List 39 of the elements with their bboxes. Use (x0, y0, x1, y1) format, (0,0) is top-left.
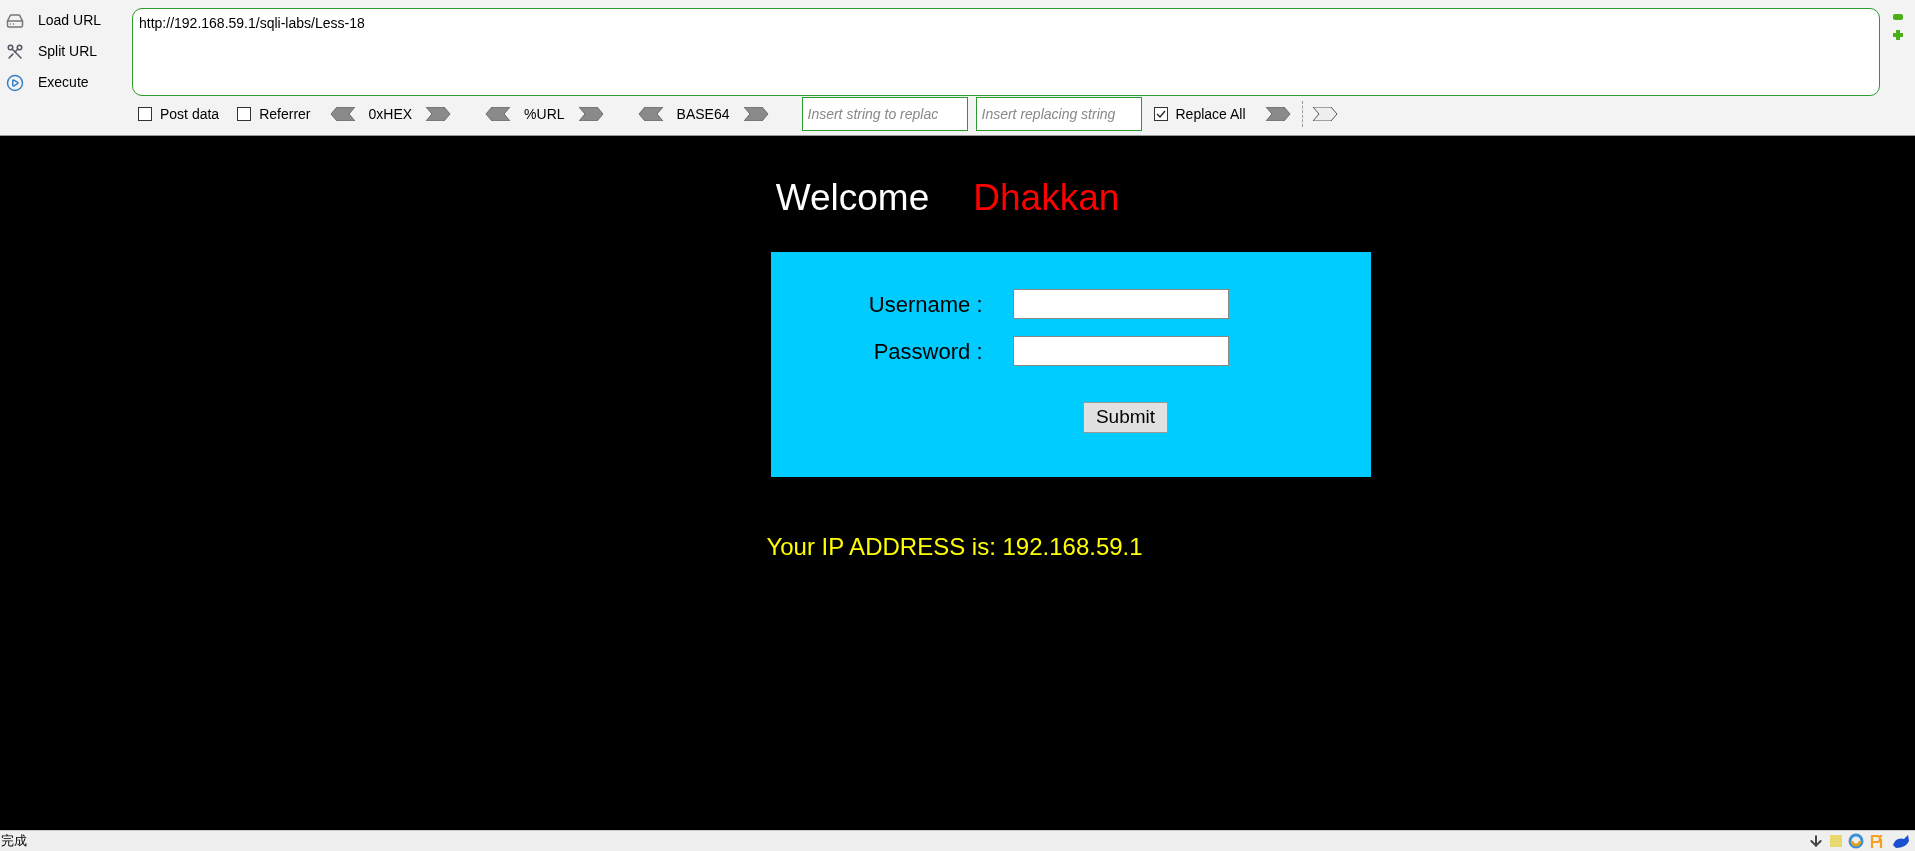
toolbar-button[interactable]: Load URL (30, 8, 110, 33)
decode-arrow-icon[interactable] (328, 107, 355, 121)
encoder-label: BASE64 (676, 104, 730, 124)
download-icon[interactable] (1808, 833, 1824, 849)
encoder-label: 0xHEX (368, 104, 413, 124)
checkbox[interactable] (138, 107, 152, 121)
encode-arrow-icon[interactable] (743, 107, 770, 121)
decode-arrow-icon[interactable] (484, 107, 511, 121)
ip-address-text: Your IP ADDRESS is: 192.168.59.1 (766, 531, 1143, 562)
play-icon (6, 73, 24, 92)
option-label: Replace All (1175, 104, 1246, 124)
replace-arrow-icon[interactable] (1312, 107, 1339, 121)
option-label: Post data (160, 104, 220, 124)
replace-field[interactable]: Insert string to replac (801, 97, 968, 131)
option-label: Referrer (259, 104, 311, 124)
drive-icon (6, 11, 24, 30)
swirl-icon[interactable] (1848, 833, 1864, 849)
text-field[interactable] (1012, 336, 1229, 366)
scissors-icon (6, 42, 24, 61)
replace-field[interactable]: Insert replacing string (975, 97, 1142, 131)
checkbox[interactable] (1153, 107, 1168, 121)
toolbar-button[interactable]: Execute (30, 70, 97, 95)
text-field[interactable] (1012, 289, 1229, 319)
toolbar-button[interactable]: Split URL (30, 39, 106, 64)
url-field[interactable]: http://192.168.59.1/sqli-labs/Less-18 (132, 8, 1880, 96)
field-label: Password : (872, 337, 983, 366)
user-name: Dhakkan (973, 176, 1120, 220)
minus-icon[interactable] (1892, 14, 1903, 20)
checkbox[interactable] (237, 107, 252, 121)
plus-icon[interactable] (1892, 30, 1903, 40)
status-text: 完成 (1, 832, 27, 851)
encode-arrow-icon[interactable] (578, 107, 605, 121)
decode-arrow-icon[interactable] (636, 107, 663, 121)
encode-arrow-icon[interactable] (426, 107, 453, 121)
replace-arrow-icon[interactable] (1265, 107, 1292, 121)
encoder-label: %URL (524, 104, 565, 124)
welcome-text: Welcome (775, 176, 930, 220)
submit-button[interactable]: Submit (1082, 401, 1169, 433)
field-label: Username : (867, 290, 983, 319)
